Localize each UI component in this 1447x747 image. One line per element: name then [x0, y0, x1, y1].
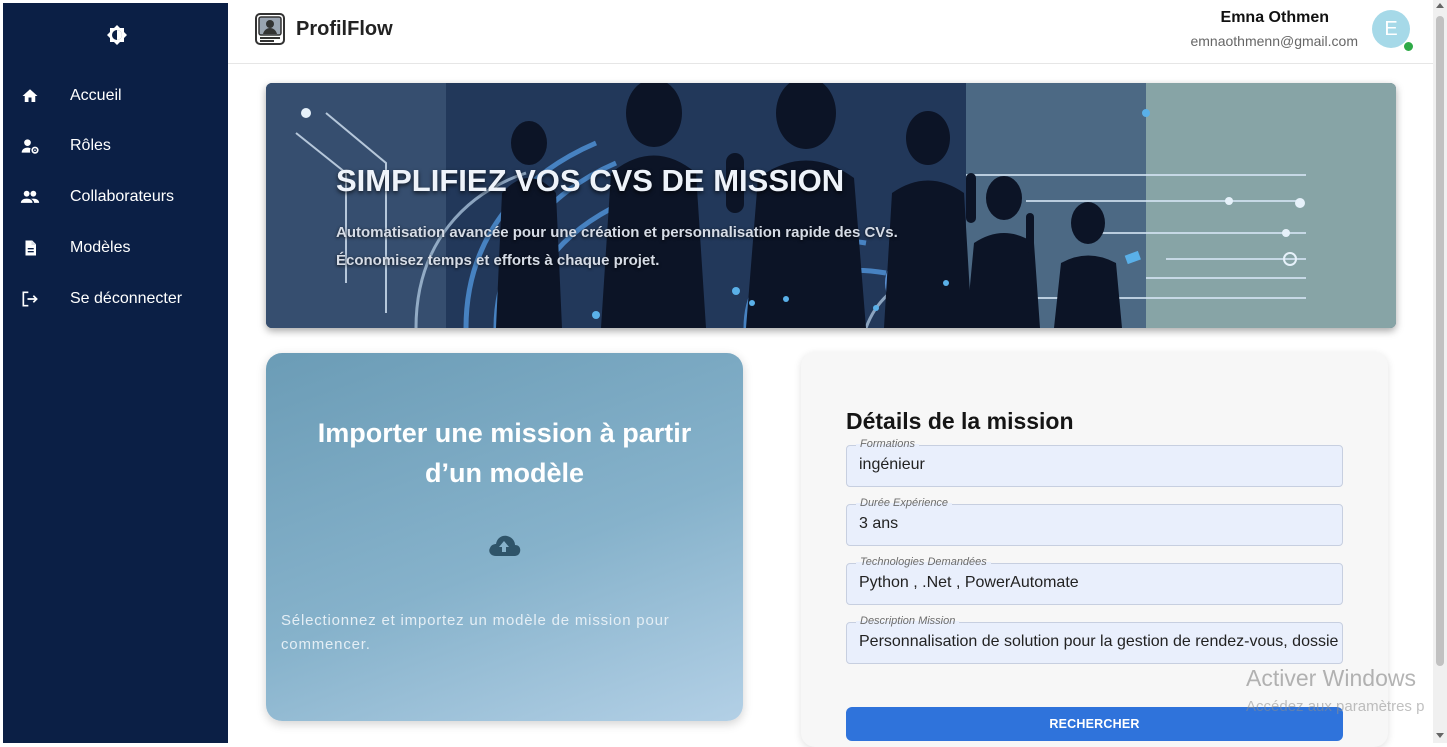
duree-experience-field[interactable]: Durée Expérience — [846, 497, 1343, 546]
formations-field[interactable]: Formations — [846, 438, 1343, 487]
description-mission-field[interactable]: Description Mission — [846, 615, 1343, 664]
scroll-down-icon[interactable] — [1436, 733, 1444, 738]
user-name: Emna Othmen — [1220, 9, 1329, 26]
home-icon — [20, 86, 40, 106]
formations-input[interactable] — [859, 456, 1339, 474]
user-gear-icon — [20, 136, 40, 156]
top-bar: ProfilFlow Emna Othmen emnaothmenn@gmail… — [228, 0, 1433, 64]
duree-experience-input[interactable] — [859, 515, 1339, 533]
hero-subtitle-line1: Automatisation avancée pour une création… — [336, 224, 898, 241]
user-email: emnaothmenn@gmail.com — [1190, 33, 1358, 49]
hero-title: SIMPLIFIEZ VOS CVS DE MISSION — [336, 163, 845, 198]
scroll-thumb[interactable] — [1436, 16, 1444, 666]
import-card-description: Sélectionnez et importez un modèle de mi… — [281, 612, 670, 653]
sidebar: Accueil Rôles Collaborateurs Modèles Se … — [3, 3, 228, 743]
sidebar-item-label: Rôles — [70, 137, 111, 154]
description-mission-input[interactable] — [859, 633, 1339, 651]
hero-subtitle-line2: Économisez temps et efforts à chaque pro… — [336, 252, 660, 269]
sidebar-item-label: Collaborateurs — [70, 188, 175, 205]
sidebar-item-collaborateurs[interactable]: Collaborateurs — [3, 177, 228, 217]
windows-activation-subtext: Accédez aux paramètres p — [1246, 698, 1425, 715]
description-mission-label: Description Mission — [856, 615, 960, 627]
technologies-input[interactable] — [859, 574, 1339, 592]
cloud-upload-icon[interactable] — [487, 532, 521, 565]
sidebar-item-label: Accueil — [70, 87, 122, 104]
sidebar-item-roles[interactable]: Rôles — [3, 126, 228, 166]
windows-activation-watermark: Activer Windows — [1246, 665, 1416, 691]
logout-icon — [20, 289, 40, 309]
hero-illustration — [266, 83, 1396, 328]
sidebar-item-label: Se déconnecter — [70, 290, 183, 307]
sidebar-item-label: Modèles — [70, 239, 131, 256]
sidebar-item-modeles[interactable]: Modèles — [3, 228, 228, 268]
details-title: Détails de la mission — [846, 408, 1074, 434]
technologies-field[interactable]: Technologies Demandées — [846, 556, 1343, 605]
scroll-up-icon[interactable] — [1436, 3, 1444, 8]
theme-toggle-icon[interactable] — [105, 23, 129, 47]
scrollbar[interactable] — [1433, 0, 1447, 743]
technologies-label: Technologies Demandées — [856, 556, 991, 568]
formations-label: Formations — [856, 438, 920, 450]
duree-experience-label: Durée Expérience — [856, 497, 953, 509]
sidebar-item-deconnecter[interactable]: Se déconnecter — [3, 279, 228, 319]
online-status-dot — [1403, 41, 1414, 52]
app-name: ProfilFlow — [296, 18, 393, 40]
app-logo-icon — [255, 13, 285, 45]
document-icon — [20, 238, 40, 258]
sidebar-item-accueil[interactable]: Accueil — [3, 76, 228, 116]
people-icon — [20, 187, 40, 207]
hero-banner: SIMPLIFIEZ VOS CVS DE MISSION Automatisa… — [266, 83, 1396, 328]
import-card-title: Importer une mission à partir d’un modèl… — [317, 418, 692, 488]
